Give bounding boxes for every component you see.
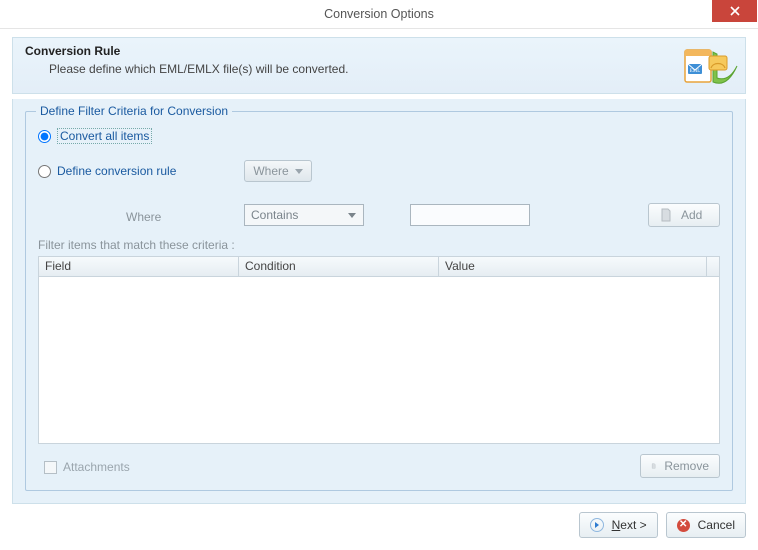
window-title: Conversion Options — [0, 7, 758, 21]
conversion-icon: EML — [683, 42, 739, 90]
value-input[interactable] — [410, 204, 530, 226]
col-field[interactable]: Field — [39, 257, 239, 276]
cancel-icon: ✕ — [677, 519, 690, 532]
where-dropdown-button[interactable]: Where — [244, 160, 312, 182]
where-dropdown-label: Where — [253, 164, 288, 178]
header-band: Conversion Rule Please define which EML/… — [12, 37, 746, 94]
dialog-body: Conversion Rule Please define which EML/… — [0, 29, 758, 550]
next-button-label: Next > — [612, 518, 647, 532]
remove-button[interactable]: Remove — [640, 454, 720, 478]
add-button[interactable]: Add — [648, 203, 720, 227]
grid-header: Field Condition Value — [39, 257, 719, 277]
fieldset-legend: Define Filter Criteria for Conversion — [36, 104, 232, 118]
arrow-right-icon — [590, 518, 604, 532]
where-label: Where — [126, 210, 161, 224]
remove-file-icon — [651, 459, 656, 473]
cancel-button-label: Cancel — [698, 518, 735, 532]
title-bar: Conversion Options — [0, 0, 758, 29]
main-panel: Define Filter Criteria for Conversion Co… — [12, 99, 746, 504]
chevron-down-icon — [295, 169, 303, 174]
close-button[interactable] — [712, 0, 757, 22]
radio-convert-all-label: Convert all items — [57, 128, 152, 144]
radio-define-rule-input[interactable] — [38, 165, 51, 178]
footer: Next > ✕ Cancel — [12, 510, 746, 540]
close-icon — [730, 6, 740, 16]
cancel-button[interactable]: ✕ Cancel — [666, 512, 746, 538]
radio-define-rule[interactable]: Define conversion rule — [38, 164, 176, 178]
add-file-icon — [659, 208, 673, 222]
criteria-grid: Field Condition Value — [38, 256, 720, 444]
radio-define-rule-label: Define conversion rule — [57, 164, 176, 178]
radio-convert-all-input[interactable] — [38, 130, 51, 143]
remove-button-label: Remove — [664, 459, 709, 473]
col-spacer — [707, 257, 719, 276]
filter-criteria-fieldset: Define Filter Criteria for Conversion Co… — [25, 111, 733, 491]
col-value[interactable]: Value — [439, 257, 707, 276]
checkbox-box-icon — [44, 461, 57, 474]
attachments-label: Attachments — [63, 460, 130, 474]
chevron-down-icon — [348, 213, 356, 218]
radio-convert-all[interactable]: Convert all items — [38, 128, 152, 144]
filter-hint: Filter items that match these criteria : — [38, 238, 235, 252]
condition-combo[interactable]: Contains — [244, 204, 364, 226]
condition-combo-value: Contains — [251, 208, 298, 222]
attachments-checkbox[interactable]: Attachments — [44, 460, 130, 474]
add-button-label: Add — [681, 208, 702, 222]
header-title: Conversion Rule — [25, 44, 120, 58]
header-subtitle: Please define which EML/EMLX file(s) wil… — [49, 62, 348, 76]
col-condition[interactable]: Condition — [239, 257, 439, 276]
next-button[interactable]: Next > — [579, 512, 658, 538]
